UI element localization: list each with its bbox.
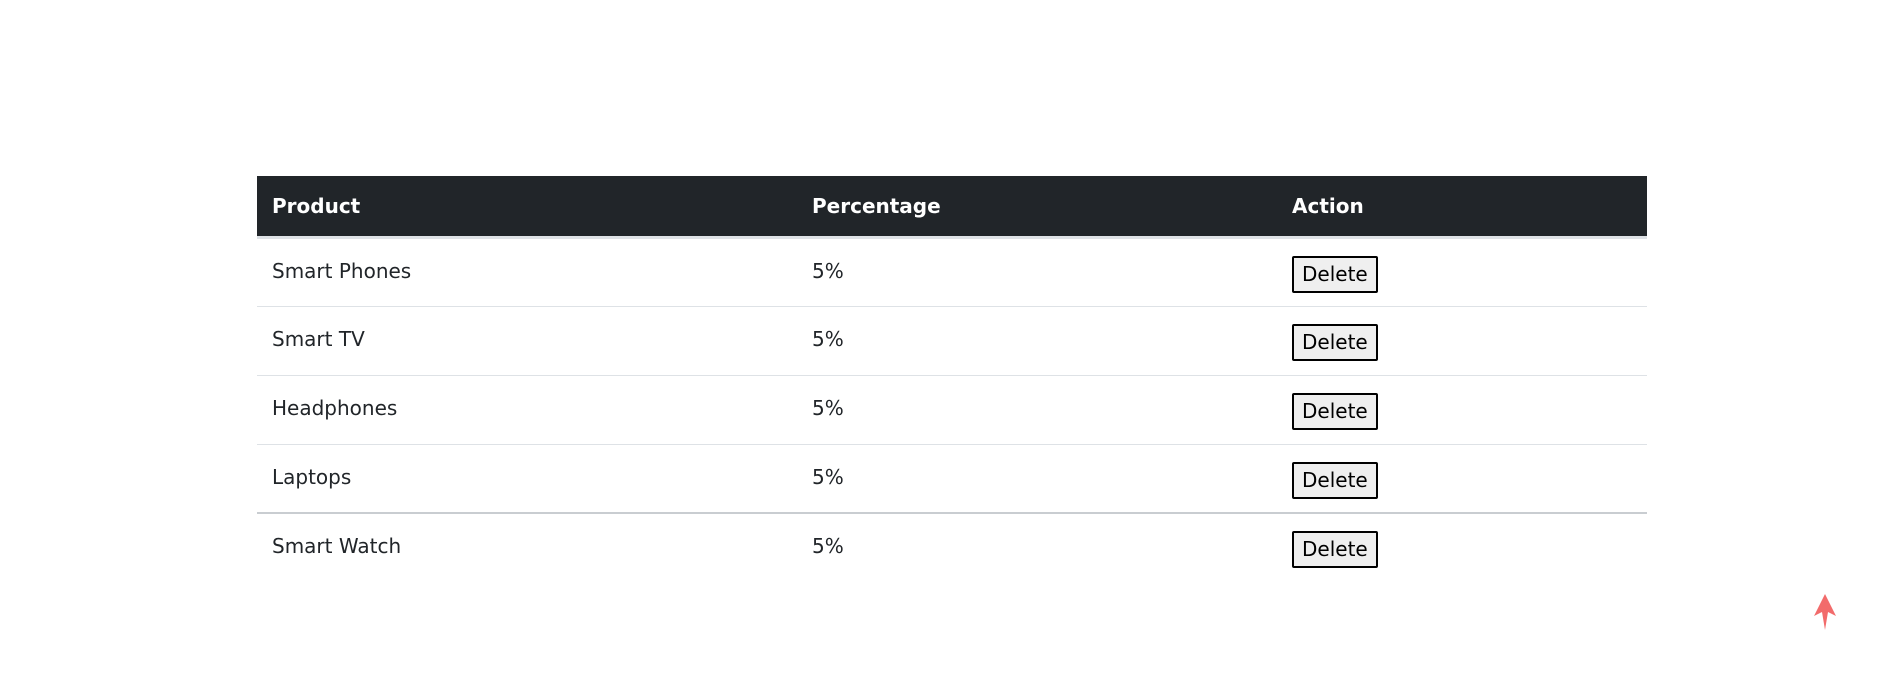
delete-button[interactable]: Delete — [1292, 255, 1378, 293]
table-row: Smart Phones 5% Delete — [257, 237, 1647, 306]
product-table: Product Percentage Action Smart Phones 5… — [257, 176, 1647, 582]
table-body: Smart Phones 5% Delete Smart TV 5% Delet… — [257, 237, 1647, 582]
header-percentage: Percentage — [797, 176, 1277, 239]
header-row: Product Percentage Action — [257, 176, 1647, 239]
delete-button[interactable]: Delete — [1292, 392, 1378, 430]
cell-product: Headphones — [257, 374, 797, 444]
table-row: Smart TV 5% Delete — [257, 305, 1647, 375]
cell-percentage: 5% — [797, 512, 1277, 582]
table-row: Headphones 5% Delete — [257, 374, 1647, 444]
delete-button[interactable]: Delete — [1292, 323, 1378, 361]
delete-button[interactable]: Delete — [1292, 531, 1378, 568]
table-header: Product Percentage Action — [257, 176, 1647, 239]
cell-action: Delete — [1277, 374, 1647, 444]
cell-action: Delete — [1277, 305, 1647, 375]
cell-product: Smart Phones — [272, 258, 412, 283]
cell-percentage: 5% — [797, 443, 1277, 513]
scroll-to-top-button[interactable] — [1810, 592, 1840, 632]
cell-percentage: 5% — [797, 374, 1277, 444]
arrow-up-icon — [1814, 594, 1836, 630]
page: Product Percentage Action Smart Phones 5… — [0, 0, 1893, 690]
table-row: Laptops 5% Delete — [257, 443, 1647, 513]
table-row: Smart Watch 5% Delete — [257, 512, 1647, 582]
cell-action: Delete — [1277, 512, 1647, 582]
delete-button[interactable]: Delete — [1292, 461, 1378, 499]
cell-percentage: 5% — [797, 305, 1277, 375]
cell-action: Delete — [1277, 443, 1647, 513]
cell-product: Smart Watch — [257, 512, 797, 582]
cell-product: Laptops — [257, 443, 797, 513]
cell-percentage: 5% — [812, 258, 844, 283]
header-action: Action — [1277, 176, 1647, 239]
cell-product: Smart TV — [257, 305, 797, 375]
header-product: Product — [257, 176, 797, 239]
cell-action: Delete — [1277, 237, 1647, 306]
